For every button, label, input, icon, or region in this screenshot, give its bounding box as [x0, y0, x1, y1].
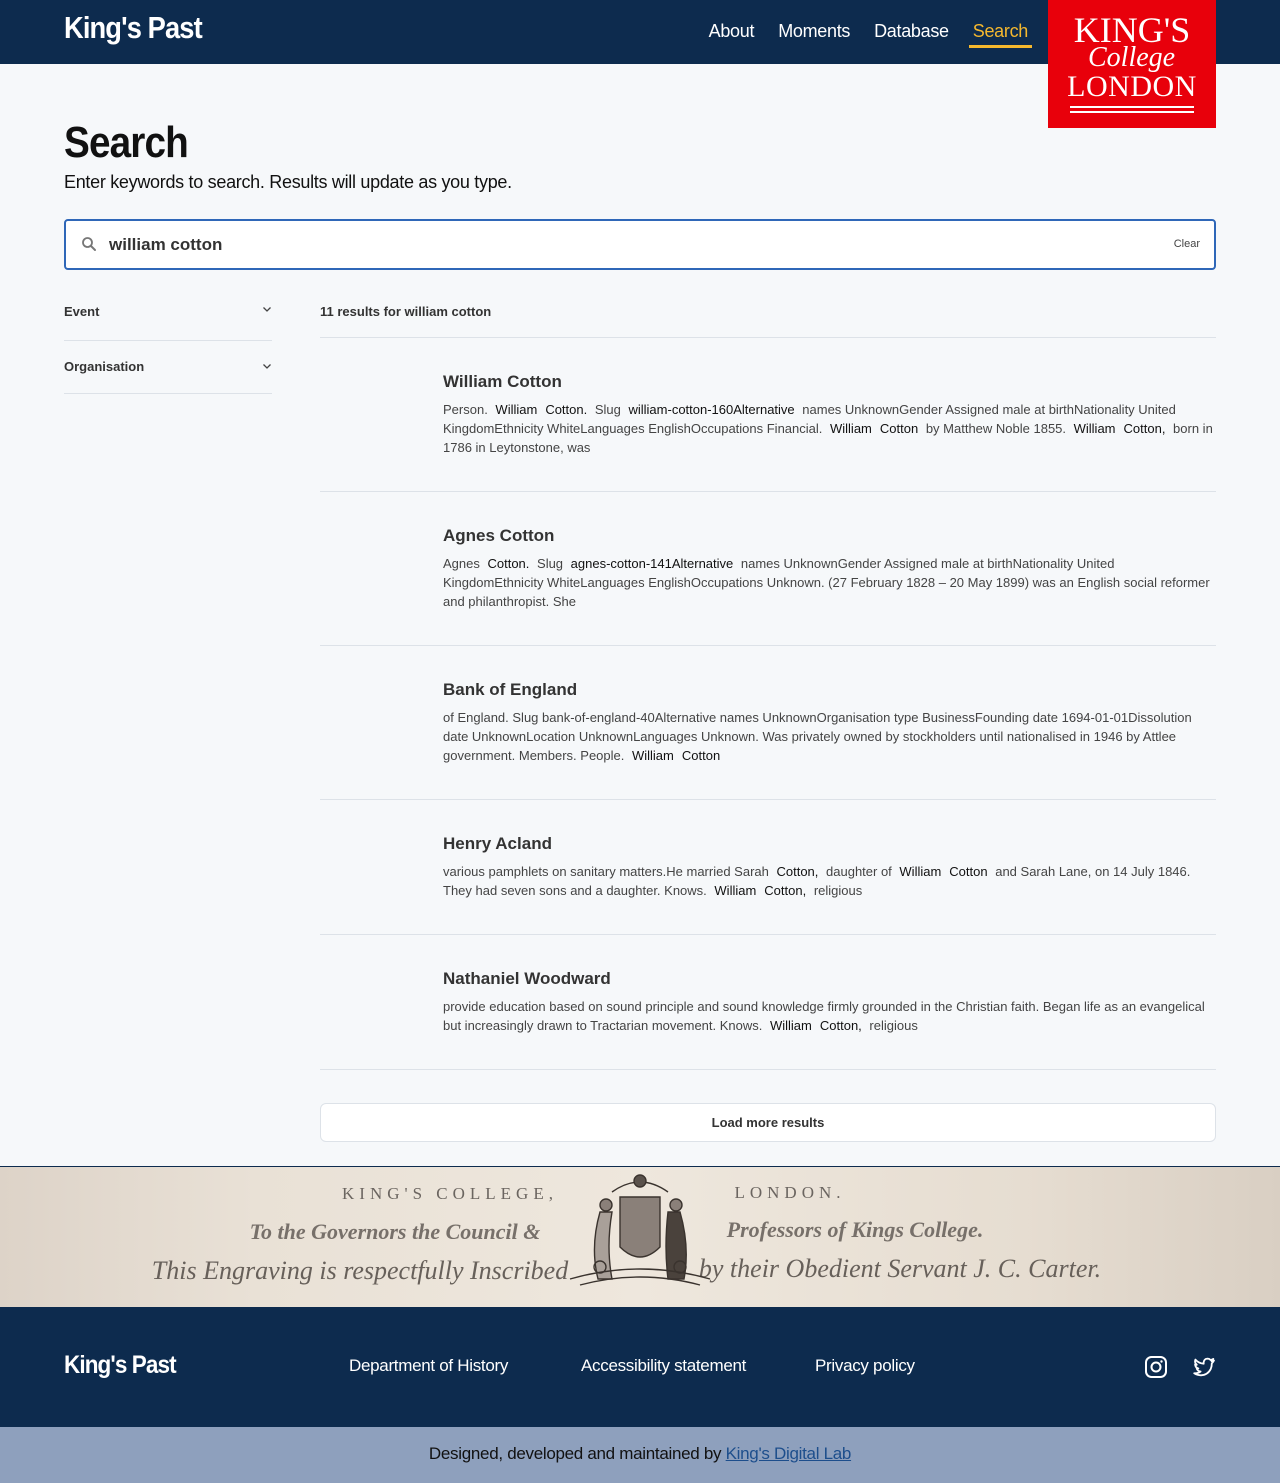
result-title[interactable]: Nathaniel Woodward [443, 969, 1216, 989]
result-title[interactable]: Agnes Cotton [443, 526, 1216, 546]
filter-event[interactable]: Event [64, 298, 272, 341]
footer-link-privacy[interactable]: Privacy policy [815, 1356, 915, 1376]
highlight-term: william-cotton-160Alternative [628, 402, 795, 417]
result-item[interactable]: William Cotton Person. William Cotton. Sl… [320, 338, 1216, 492]
engraving-line1-right: LONDON. [734, 1183, 845, 1202]
main-content: Search Enter keywords to search. Results… [0, 118, 1280, 1142]
instagram-icon[interactable] [1144, 1355, 1168, 1379]
credits-link[interactable]: King's Digital Lab [726, 1444, 852, 1463]
chevron-down-icon [263, 364, 271, 369]
site-header: King's Past About Moments Database Searc… [0, 0, 1280, 128]
highlight-term: William [899, 864, 942, 879]
engraving-line2-left: To the Governors the Council & [250, 1219, 541, 1244]
load-more-button[interactable]: Load more results [320, 1103, 1216, 1142]
result-list: William Cotton Person. William Cotton. Sl… [320, 338, 1216, 1070]
nav-about[interactable]: About [709, 0, 755, 64]
highlight-term: William [769, 1018, 812, 1033]
result-snippet: various pamphlets on sanitary matters.He… [443, 864, 1191, 898]
search-results: 11 results for william cotton William Co… [320, 298, 1216, 1142]
result-title[interactable]: William Cotton [443, 372, 1216, 392]
engraving-banner: KING'S COLLEGE, LONDON. To the Governors… [0, 1166, 1280, 1307]
kcl-logo[interactable]: KING'S College LONDON [1048, 0, 1216, 128]
result-snippet: Person. William Cotton. Slug william-cott… [443, 402, 1213, 455]
site-title[interactable]: King's Past [64, 10, 203, 46]
logo-line-college: College [1088, 42, 1176, 73]
highlight-term: William [830, 421, 872, 436]
credits-text: Designed, developed and maintained by [428, 1444, 726, 1463]
main-nav: About Moments Database Search [709, 0, 1033, 64]
crest-illustration [569, 1174, 711, 1286]
result-item[interactable]: Bank of England of England. Slug bank-of… [320, 646, 1216, 800]
filter-label: Event [64, 304, 100, 319]
highlight-term: Cotton. [487, 556, 530, 571]
engraving-line3-left: This Engraving is respectfully Inscribed [152, 1256, 569, 1285]
search-icon [82, 237, 96, 251]
page-title: Search [64, 118, 189, 167]
engraving-line3-right: by their Obedient Servant J. C. Carter. [699, 1254, 1101, 1283]
highlight-term: Cotton [879, 421, 919, 436]
engraving-line1-left: KING'S COLLEGE, [342, 1184, 558, 1203]
footer-site-title[interactable]: King's Past [64, 1351, 177, 1380]
highlight-term: William [714, 883, 757, 898]
page-subtitle: Enter keywords to search. Results will u… [64, 172, 512, 192]
result-item[interactable]: Agnes Cotton Agnes Cotton. Slug agnes-co… [320, 492, 1216, 646]
result-snippet: Agnes Cotton. Slug agnes-cotton-141Alter… [443, 556, 1210, 609]
chevron-down-icon [263, 307, 271, 312]
engraving-line2-right: Professors of Kings College. [726, 1217, 984, 1242]
highlight-term: William [631, 748, 674, 763]
clear-button[interactable]: Clear [1174, 238, 1200, 250]
footer-link-accessibility[interactable]: Accessibility statement [581, 1356, 746, 1376]
twitter-icon[interactable] [1192, 1355, 1216, 1379]
highlight-term: Cotton, [764, 883, 807, 898]
result-snippet: of England. Slug bank-of-england-40Alter… [443, 710, 1192, 763]
result-item[interactable]: Nathaniel Woodward provide education bas… [320, 935, 1216, 1070]
result-item[interactable]: Henry Acland various pamphlets on sanita… [320, 800, 1216, 935]
nav-search[interactable]: Search [968, 0, 1033, 64]
site-footer: King's Past Department of History Access… [0, 1307, 1280, 1427]
filter-label: Organisation [64, 358, 145, 374]
result-title[interactable]: Henry Acland [443, 834, 1216, 854]
engraving-image: KING'S COLLEGE, LONDON. To the Governors… [152, 1174, 1101, 1286]
highlight-term: Cotton, [1123, 421, 1166, 436]
filter-sidebar: Event Organisation [64, 298, 272, 1142]
highlight-term: William [1073, 421, 1116, 436]
result-snippet: provide education based on sound princip… [443, 999, 1205, 1033]
logo-line-london: LONDON [1067, 70, 1197, 103]
footer-link-history[interactable]: Department of History [349, 1356, 508, 1376]
results-count: 11 results for william cotton [320, 298, 1216, 338]
highlight-term: Cotton, [776, 864, 819, 879]
highlight-term: Cotton [681, 748, 721, 763]
highlight-term: William [495, 402, 538, 417]
highlight-term: Cotton. [545, 402, 588, 417]
filter-organisation[interactable]: Organisation [64, 341, 272, 394]
highlight-term: Cotton [949, 864, 988, 879]
highlight-term: Cotton, [819, 1018, 862, 1033]
logo-rule [1070, 111, 1194, 113]
highlight-term: agnes-cotton-141Alternative [570, 556, 734, 571]
logo-rule [1070, 106, 1194, 108]
nav-moments[interactable]: Moments [778, 0, 850, 64]
nav-database[interactable]: Database [874, 0, 949, 64]
search-box: Clear [64, 219, 1216, 270]
result-title[interactable]: Bank of England [443, 680, 1216, 700]
search-input[interactable] [66, 221, 1214, 268]
credits-bar: Designed, developed and maintained by Ki… [0, 1427, 1280, 1483]
